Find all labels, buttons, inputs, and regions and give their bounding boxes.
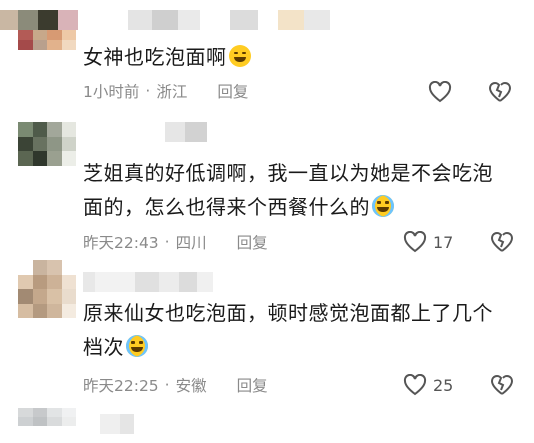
location: 浙江 bbox=[156, 83, 188, 101]
location: 安徽 bbox=[175, 377, 207, 395]
laugh-cry-emoji-icon bbox=[126, 335, 148, 357]
like-button[interactable] bbox=[428, 80, 452, 104]
like-count: 17 bbox=[433, 232, 454, 252]
avatar[interactable] bbox=[18, 122, 76, 180]
broken-heart-icon[interactable] bbox=[490, 373, 514, 397]
reply-button[interactable]: 回复 bbox=[237, 374, 268, 396]
grin-emoji-icon bbox=[228, 45, 251, 67]
comment-text: 女神也吃泡面啊 bbox=[83, 40, 503, 74]
heart-icon bbox=[403, 374, 427, 396]
timestamp: 1小时前 bbox=[83, 83, 140, 101]
heart-icon bbox=[403, 231, 427, 253]
comment-text: 芝姐真的好低调啊，我一直以为她是不会吃泡面的，怎么也得来个西餐什么的 bbox=[83, 161, 493, 219]
comment-meta: 昨天22:43 · 四川 回复 bbox=[83, 231, 268, 253]
timestamp: 昨天22:43 bbox=[83, 234, 159, 252]
heart-icon bbox=[428, 81, 452, 103]
timestamp: 昨天22:25 bbox=[83, 377, 159, 395]
blurred-username-top bbox=[0, 10, 330, 30]
comment-meta: 昨天22:25 · 安徽 回复 bbox=[83, 374, 268, 396]
reply-button[interactable]: 回复 bbox=[217, 80, 248, 102]
reply-button[interactable]: 回复 bbox=[237, 231, 268, 253]
like-button[interactable]: 17 bbox=[403, 230, 453, 254]
avatar[interactable] bbox=[18, 260, 76, 318]
blurred-username bbox=[100, 414, 134, 434]
comment-meta: 1小时前 · 浙江 回复 bbox=[83, 80, 249, 102]
blurred-username bbox=[83, 272, 213, 292]
like-button[interactable]: 25 bbox=[403, 373, 453, 397]
location: 四川 bbox=[175, 234, 207, 252]
like-count: 25 bbox=[433, 375, 454, 395]
comment-text: 原来仙女也吃泡面，顿时感觉泡面都上了几个档次 bbox=[83, 301, 493, 359]
avatar[interactable] bbox=[18, 408, 76, 443]
broken-heart-icon[interactable] bbox=[490, 230, 514, 254]
broken-heart-icon[interactable] bbox=[488, 80, 512, 104]
avatar[interactable] bbox=[18, 30, 76, 70]
blurred-username bbox=[165, 122, 207, 142]
laugh-cry-emoji-icon bbox=[372, 195, 394, 217]
